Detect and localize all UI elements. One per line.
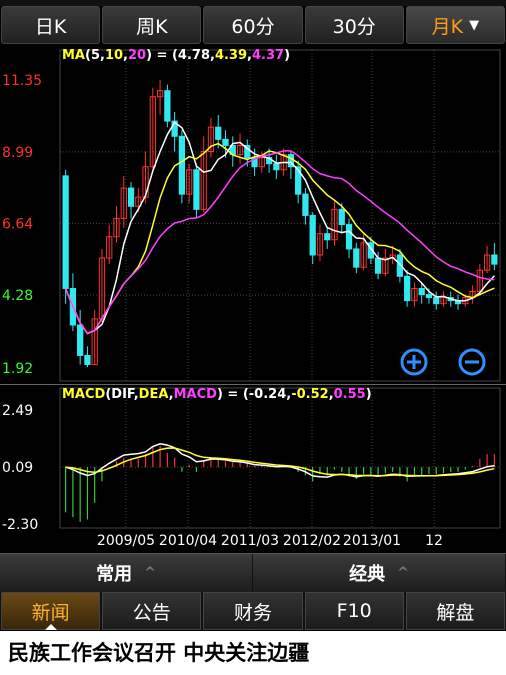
ma-legend-p1: 5: [91, 48, 100, 63]
ma-legend-eq: ) = (: [146, 48, 178, 63]
tab-monthly-k[interactable]: 月K ▼: [405, 6, 506, 44]
candle: [62, 175, 69, 289]
macd-axis-label: 0.09: [2, 460, 33, 476]
tab-60-minute[interactable]: 60分: [203, 6, 303, 44]
time-axis-label: 2013/01: [343, 533, 401, 549]
time-axis-label: 2010/04: [159, 533, 217, 549]
candle: [345, 224, 353, 250]
candle: [222, 138, 229, 146]
tab-news[interactable]: 新闻: [1, 592, 101, 630]
candle: [425, 294, 433, 299]
ma-legend-p2: 10: [105, 48, 123, 63]
macd-histogram: [65, 445, 495, 522]
candle: [491, 254, 498, 265]
candle: [215, 126, 222, 140]
macd-legend-close: ): [366, 387, 372, 402]
macd-legend-v3: 0.55: [334, 387, 366, 402]
candle: [178, 135, 186, 195]
macd-legend-prefix: MACD: [62, 387, 106, 402]
dropdown-caret-icon: ▼: [469, 17, 480, 33]
common-label: 常用: [96, 564, 133, 585]
macd-legend-dif: DIF: [111, 387, 135, 402]
period-tabs: 日K 周K 60分 30分 月K ▼: [0, 6, 506, 46]
time-axis-labels: 2009/05 2010/04 2011/03 2012/02 2013/01 12: [97, 533, 443, 549]
candle: [84, 354, 91, 366]
price-axis-label: 1.92: [2, 361, 33, 377]
candle: [302, 193, 309, 216]
classic-label: 经典: [349, 564, 386, 585]
candle: [433, 297, 440, 305]
dea-line: [65, 447, 495, 477]
tab-announcements[interactable]: 公告: [102, 592, 202, 630]
macd-axis-label: 2.49: [2, 403, 33, 419]
zoom-out-button[interactable]: [458, 348, 486, 376]
candle: [353, 248, 360, 268]
macd-legend-text: MACD(DIF,DEA,MACD) = (-0.24,-0.52,0.55): [62, 387, 372, 402]
ma-lines: [64, 121, 495, 335]
ma-legend-v2: 4.39: [215, 48, 247, 63]
time-axis-label: 12: [425, 533, 443, 549]
candle: [164, 90, 171, 122]
candle: [404, 275, 411, 302]
price-axis-labels: 11.35 8.99 6.64 4.28 1.92: [2, 73, 42, 377]
ma-legend-prefix: MA: [62, 48, 85, 63]
ma10-line: [64, 142, 495, 335]
candle: [127, 187, 135, 207]
macd-legend-dea: DEA: [139, 387, 169, 402]
ma-legend: MA(5,10,20) = (4.78,4.39,4.37): [62, 48, 290, 63]
time-axis-label: 2011/03: [221, 533, 279, 549]
candle: [77, 324, 84, 356]
macd-axis-label: -2.30: [2, 517, 38, 533]
ma-legend-p3: 20: [128, 48, 146, 63]
chevron-up-icon: ^: [397, 565, 409, 581]
classic-indicators-button[interactable]: 经典 ^: [253, 554, 506, 592]
chevron-up-icon: ^: [144, 565, 156, 581]
tab-daily-k[interactable]: 日K: [1, 6, 101, 44]
macd-lines: [65, 443, 495, 478]
macd-legend-eq: ) = (: [217, 387, 249, 402]
candle: [374, 257, 382, 274]
ma-legend-v3: 4.37: [252, 48, 284, 63]
candle: [193, 169, 200, 210]
panel-divider: [0, 384, 506, 385]
common-indicators-button[interactable]: 常用 ^: [0, 554, 253, 592]
macd-legend-v1: -0.24: [249, 387, 286, 402]
ma20-line: [64, 150, 495, 335]
macd-legend: MACD(DIF,DEA,MACD) = (-0.24,-0.52,0.55): [62, 387, 372, 402]
candle: [273, 163, 280, 171]
tab-weekly-k[interactable]: 周K: [102, 6, 202, 44]
tab-30-minute[interactable]: 30分: [304, 6, 404, 44]
tab-monthly-k-label: 月K: [431, 15, 464, 38]
kline-chart[interactable]: MA(5,10,20) = (4.78,4.39,4.37) 11.35 8.99…: [0, 46, 506, 553]
price-axis-label: 11.35: [2, 73, 42, 89]
ma-legend-text: MA(5,10,20) = (4.78,4.39,4.37): [62, 48, 290, 63]
tab-finance[interactable]: 财务: [203, 592, 303, 630]
news-headline[interactable]: 民族工作会议召开 中央关注边疆: [0, 631, 506, 675]
time-axis-label: 2012/02: [283, 533, 341, 549]
macd-legend-macd: MACD: [174, 387, 218, 402]
candle: [338, 208, 345, 226]
candle: [324, 233, 331, 241]
zoom-in-button[interactable]: [400, 348, 428, 376]
info-tabs: 新闻 公告 财务 F10 解盘: [0, 592, 506, 630]
price-axis-label: 6.64: [2, 216, 33, 232]
candle: [309, 214, 316, 256]
macd-legend-v2: -0.52: [291, 387, 328, 402]
candle: [418, 287, 425, 296]
ma-legend-close: ): [284, 48, 290, 63]
ma-legend-v1: 4.78: [178, 48, 210, 63]
price-axis-label: 8.99: [2, 145, 33, 161]
macd-axis-labels: 2.49 0.09 -2.30: [2, 403, 38, 533]
tab-analysis[interactable]: 解盘: [405, 592, 506, 630]
price-axis-label: 4.28: [2, 288, 33, 304]
tab-f10[interactable]: F10: [304, 592, 404, 630]
time-axis-label: 2009/05: [97, 533, 155, 549]
indicator-menu-bar: 常用 ^ 经典 ^: [0, 553, 506, 592]
